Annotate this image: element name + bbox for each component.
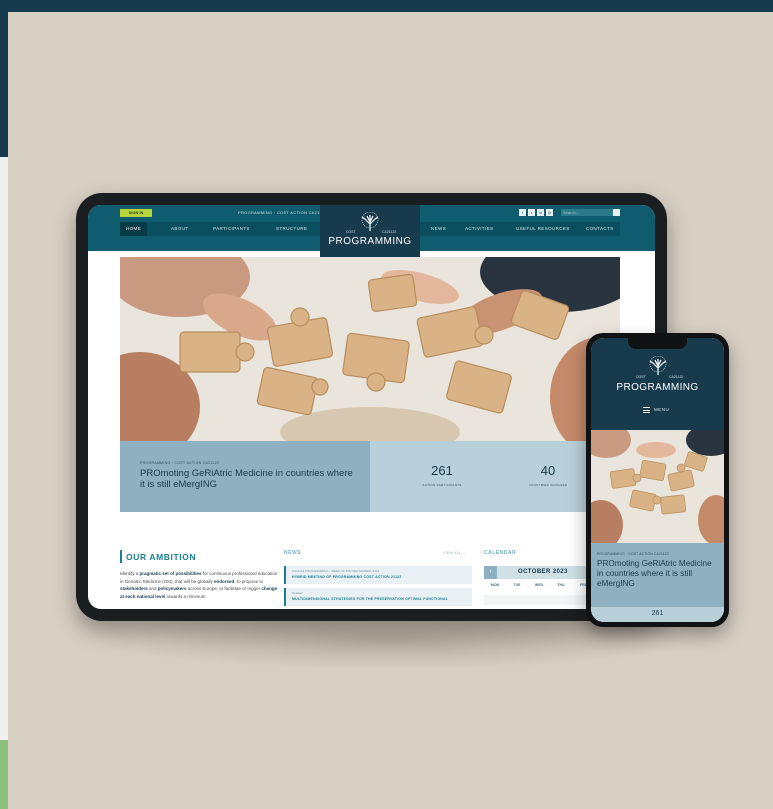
logo-brand: PROGRAMMING (328, 236, 412, 247)
weekday-mon: MON (490, 583, 500, 587)
facebook-icon[interactable]: f (519, 209, 526, 216)
stat-countries-value: 40 (540, 463, 556, 478)
left-strip-dark-segment (0, 12, 8, 157)
stat-countries-label: COUNTRIES INVOLVED (528, 483, 568, 487)
stats-panel: 261 ACTION PARTICIPANTS 40 COUNTRIES INV… (370, 441, 620, 512)
news-item-meta: CA21122 PROGRAMMING · WEEK OF 8TH SEPTEM… (292, 569, 380, 573)
logo-action: CA21122 (669, 375, 684, 379)
page-title: PROmoting GeRiAtric Medicine in countrie… (140, 468, 353, 490)
calendar-prev-button[interactable]: ‹ (484, 566, 497, 579)
search-input[interactable]: Search... (561, 209, 613, 216)
intro-band: PROGRAMMING · COST ACTION CA21122 PROmot… (120, 441, 620, 512)
tree-logo-icon (649, 356, 667, 375)
calendar-heading: CALENDAR (484, 550, 517, 556)
search-button[interactable] (613, 209, 620, 216)
nav-structure[interactable]: STRUCTURE (276, 222, 307, 236)
ambition-paragraph: Identify a pragmatic set of possibilitie… (120, 571, 278, 599)
tablet-screen: SIGN IN PROGRAMMING · COST ACTION CA2112… (88, 205, 655, 609)
phone-device: COST CA21122 PROGRAMMING MENU PROGRAMMIN… (586, 333, 729, 627)
calendar-week-row (484, 595, 594, 605)
news-item-meta: Related (292, 591, 303, 595)
page-title: PROmoting GeRiAtric Medicine in countrie… (597, 559, 712, 588)
news-heading: NEWS (284, 550, 301, 556)
hero-image-puzzle-hands (120, 257, 620, 441)
site-logo[interactable]: COST CA21122 PROGRAMMING (320, 205, 420, 263)
left-strip-green-segment (0, 740, 8, 809)
nav-participants[interactable]: PARTICIPANTS (213, 222, 250, 236)
site-header: SIGN IN PROGRAMMING · COST ACTION CA2112… (88, 205, 655, 263)
twitter-icon[interactable]: t (528, 209, 535, 216)
nav-useful-resources[interactable]: USEFUL RESOURCES (516, 222, 570, 236)
ambition-accent-bar (120, 550, 122, 563)
linkedin-icon[interactable]: in (537, 209, 544, 216)
calendar-month: OCTOBER 2023 (518, 569, 568, 575)
intro-band-left: PROGRAMMING · COST ACTION CA21122 PROmot… (120, 441, 370, 512)
stat-participants-value: 261 (651, 610, 664, 617)
instagram-icon[interactable]: ◎ (546, 209, 553, 216)
breadcrumb: PROGRAMMING · COST ACTION CA21122 (140, 461, 220, 465)
nav-home[interactable]: HOME (120, 222, 148, 236)
left-edge-strip (0, 12, 8, 809)
weekday-thu: THU (557, 583, 565, 587)
weekday-wed: WED (534, 583, 544, 587)
nav-contacts[interactable]: CONTACTS (586, 222, 614, 236)
logo-cost: COST (346, 230, 356, 234)
stat-participants-value: 261 (431, 463, 453, 478)
breadcrumb: PROGRAMMING · COST ACTION CA21122 (597, 552, 669, 556)
nav-news[interactable]: NEWS (431, 222, 446, 236)
calendar-weekdays: MON TUE WED THU FRI (484, 583, 594, 591)
phone-header: COST CA21122 PROGRAMMING MENU (591, 338, 724, 430)
tree-logo-icon (361, 212, 379, 231)
logo-cost: COST (636, 375, 646, 379)
phone-stat-panel: 261 (591, 607, 724, 622)
news-item[interactable]: Related MULTIDIMENSIONAL STRATEGIES FOR … (284, 588, 472, 606)
phone-screen: COST CA21122 PROGRAMMING MENU PROGRAMMIN… (591, 338, 724, 622)
news-item-title[interactable]: HYBRID MEETING OF PROGRAMMING COST ACTIO… (292, 575, 401, 579)
action-label: PROGRAMMING · COST ACTION CA21122 (238, 210, 328, 215)
news-view-all-link[interactable]: VIEW ALL → (443, 551, 466, 555)
logo-action: CA21122 (382, 230, 397, 234)
nav-activities[interactable]: ACTIVITIES (465, 222, 494, 236)
phone-intro-band: PROGRAMMING · COST ACTION CA21122 PROmot… (591, 543, 724, 607)
stat-participants-label: ACTION PARTICIPANTS (422, 483, 462, 487)
news-item[interactable]: CA21122 PROGRAMMING · WEEK OF 8TH SEPTEM… (284, 566, 472, 584)
ambition-heading: OUR AMBITION (126, 552, 197, 562)
hamburger-menu-icon[interactable] (643, 407, 650, 413)
weekday-tue: TUE (513, 583, 521, 587)
logo-brand[interactable]: PROGRAMMING (591, 382, 724, 393)
phone-notch (628, 338, 687, 349)
menu-button[interactable]: MENU (654, 407, 669, 412)
news-item-title[interactable]: MULTIDIMENSIONAL STRATEGIES FOR THE PRES… (292, 597, 448, 601)
tablet-device: SIGN IN PROGRAMMING · COST ACTION CA2112… (76, 193, 667, 621)
top-banner (0, 0, 773, 12)
sign-in-button[interactable]: SIGN IN (120, 209, 152, 217)
hero-image-puzzle-hands (591, 430, 724, 543)
nav-about[interactable]: ABOUT (171, 222, 189, 236)
